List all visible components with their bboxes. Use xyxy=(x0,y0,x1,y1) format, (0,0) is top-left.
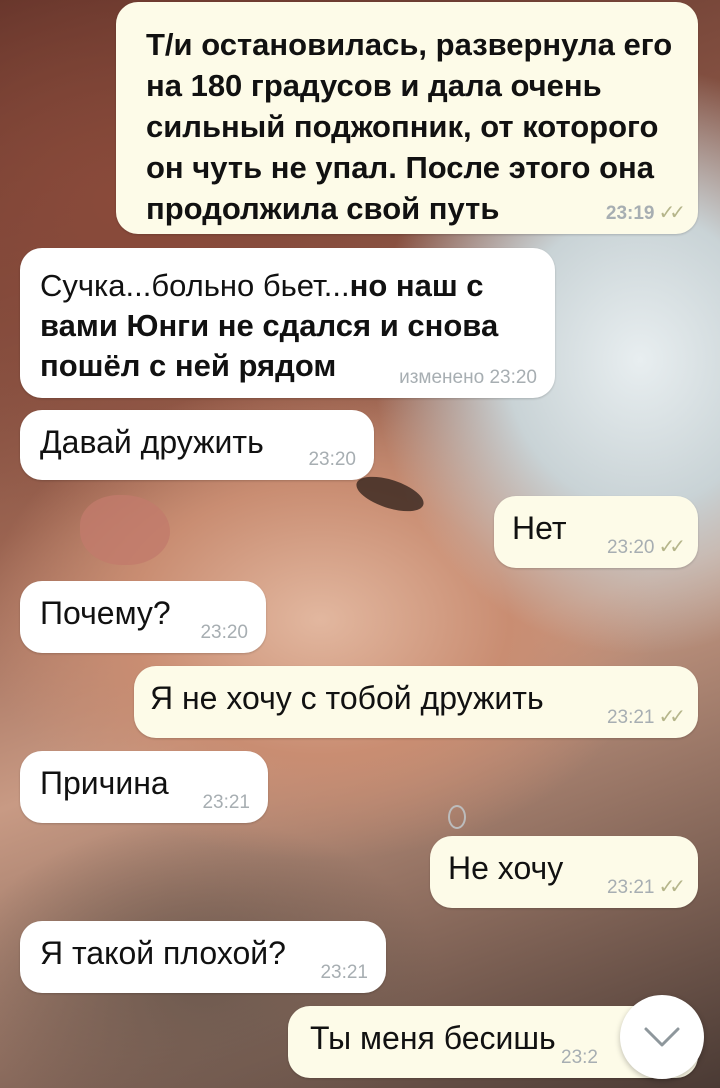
message-bubble-incoming[interactable]: Сучка...больно бьет...но наш с вами Юнги… xyxy=(20,248,555,398)
message-time: 23:19 xyxy=(605,203,655,224)
read-ticks-icon: ✓✓ xyxy=(658,536,685,558)
message-time: 23:21 xyxy=(320,962,368,983)
read-ticks-icon: ✓✓ xyxy=(658,202,685,224)
message-time: 23:20 xyxy=(308,449,356,470)
message-bubble-incoming[interactable]: Причина 23:21 xyxy=(20,751,268,823)
message-text: Нет xyxy=(512,510,567,546)
message-text: Причина xyxy=(40,765,169,801)
message-meta: 23:20 xyxy=(308,450,356,470)
read-ticks-icon: ✓✓ xyxy=(658,706,685,728)
message-time: 23:21 xyxy=(606,877,655,898)
message-bubble-outgoing[interactable]: Нет 23:20 ✓✓ xyxy=(494,496,698,568)
message-meta: 23:19 ✓✓ xyxy=(605,202,686,224)
message-text: Я не хочу с тобой дружить xyxy=(150,680,544,716)
message-text: Сучка...больно бьет... xyxy=(40,268,350,303)
message-time: 23:20 xyxy=(200,622,248,643)
wallpaper-photo-detail xyxy=(448,805,466,829)
message-bubble-outgoing[interactable]: Я не хочу с тобой дружить 23:21 ✓✓ xyxy=(134,666,698,738)
message-bubble-outgoing[interactable]: Не хочу 23:21 ✓✓ xyxy=(430,836,698,908)
edited-label: изменено xyxy=(399,367,485,388)
wallpaper-photo-detail xyxy=(352,469,428,519)
message-time: 23:20 xyxy=(606,537,655,558)
message-bubble-outgoing[interactable]: Т/и остановилась, развернула его на 180 … xyxy=(116,2,698,234)
message-text: Не хочу xyxy=(448,850,564,886)
chevron-down-icon xyxy=(644,1027,680,1047)
message-bubble-incoming[interactable]: Давай дружить 23:20 xyxy=(20,410,374,480)
wallpaper-photo-detail xyxy=(80,495,170,565)
message-time: 23:20 xyxy=(489,367,537,388)
scroll-to-bottom-button[interactable] xyxy=(620,995,704,1079)
read-ticks-icon: ✓✓ xyxy=(658,876,685,898)
message-bubble-incoming[interactable]: Я такой плохой? 23:21 xyxy=(20,921,386,993)
message-text: Почему? xyxy=(40,595,171,631)
message-meta: 23:20 xyxy=(200,623,248,643)
message-time: 23:2 xyxy=(561,1047,598,1068)
message-bubble-incoming[interactable]: Почему? 23:20 xyxy=(20,581,266,653)
message-text: Т/и остановилась, развернула его на 180 … xyxy=(146,27,673,226)
message-meta: 23:21 ✓✓ xyxy=(606,876,686,898)
message-text: Я такой плохой? xyxy=(40,935,286,971)
message-meta: 23:21 ✓✓ xyxy=(606,706,686,728)
message-time: 23:21 xyxy=(606,707,655,728)
message-text: Ты меня бесишь xyxy=(310,1020,556,1056)
message-meta: 23:21 xyxy=(320,963,368,983)
message-text: Давай дружить xyxy=(40,424,264,460)
message-time: 23:21 xyxy=(202,792,250,813)
message-meta: 23:2 xyxy=(561,1048,598,1068)
message-meta: 23:21 xyxy=(202,793,250,813)
message-meta: изменено 23:20 xyxy=(399,368,537,388)
message-meta: 23:20 ✓✓ xyxy=(606,536,686,558)
